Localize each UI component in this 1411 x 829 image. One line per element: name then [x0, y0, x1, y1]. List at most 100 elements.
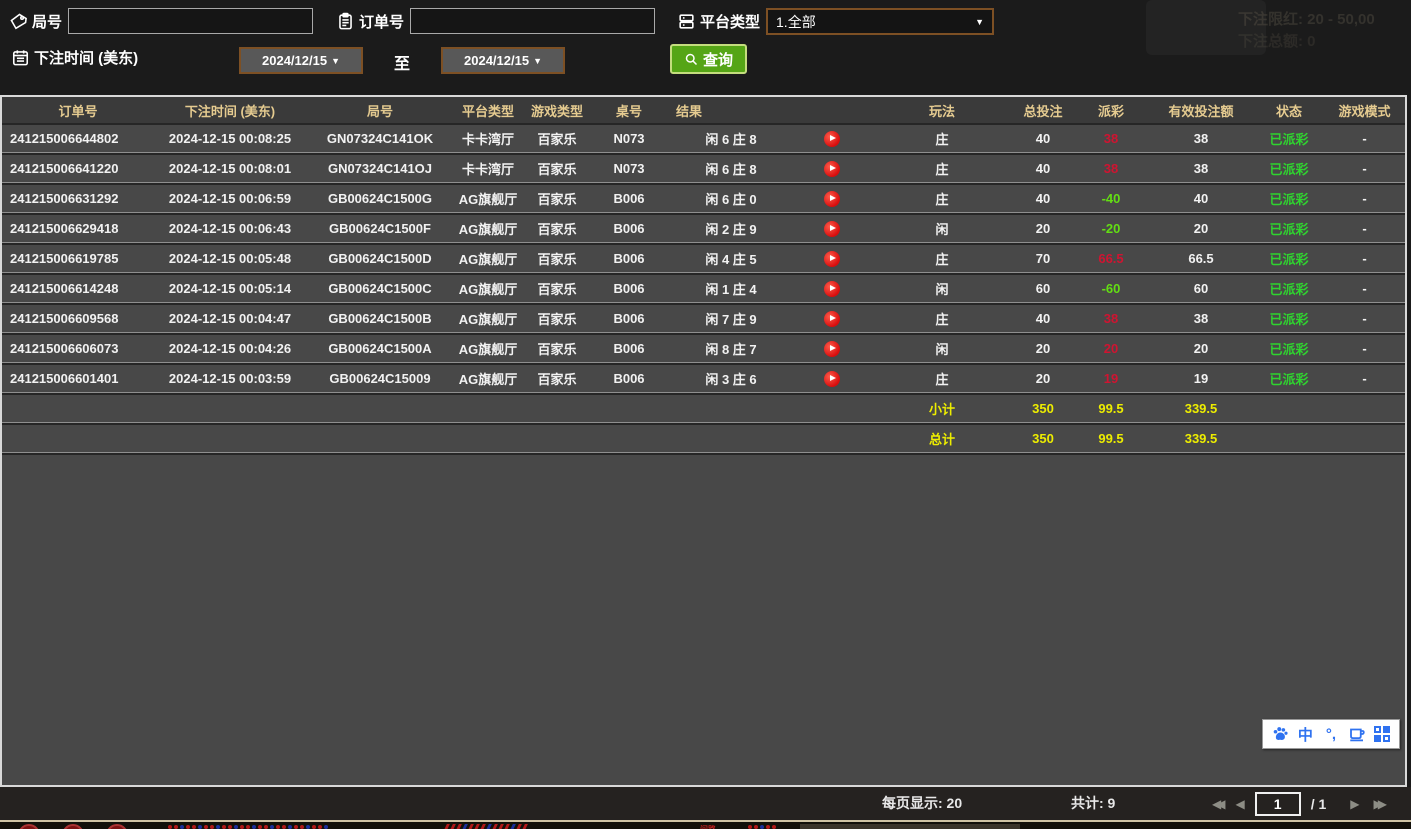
- chinese-mode-icon[interactable]: 中: [1293, 722, 1317, 746]
- cell-payout: 38: [1074, 125, 1148, 153]
- cell-platform-type: AG旗舰厅: [454, 245, 522, 273]
- cell-round-number: GB00624C1500G: [306, 185, 454, 213]
- table-row[interactable]: 2412150066060732024-12-15 00:04:26GB0062…: [2, 335, 1405, 363]
- bet-records-table-container: 订单号下注时间 (美东)局号平台类型游戏类型桌号结果玩法总投注派彩有效投注额状态…: [0, 95, 1407, 787]
- next-page-icon[interactable]: ▶: [1350, 797, 1359, 811]
- cell-play-type: 庄: [872, 125, 1012, 153]
- table-row[interactable]: 2412150066312922024-12-15 00:06:59GB0062…: [2, 185, 1405, 213]
- bet-records-table: 订单号下注时间 (美东)局号平台类型游戏类型桌号结果玩法总投注派彩有效投注额状态…: [2, 95, 1405, 455]
- platform-type-select[interactable]: 1.全部 ▼: [766, 8, 994, 35]
- platform-type-label: 平台类型: [700, 11, 760, 32]
- page-total-label: / 1: [1311, 796, 1327, 812]
- subtotal-total-bet: 350: [1012, 395, 1074, 423]
- result-text: 闲 6 庄 8: [666, 129, 796, 148]
- cell-round-number: GB00624C1500B: [306, 305, 454, 333]
- cell-result: 闲 2 庄 9: [666, 215, 872, 243]
- cell-result: 闲 6 庄 8: [666, 155, 872, 183]
- paw-icon[interactable]: [1268, 722, 1292, 746]
- cell-result: 闲 3 庄 6: [666, 365, 872, 393]
- background-icon: [18, 824, 40, 829]
- column-header: 游戏类型: [522, 97, 592, 123]
- platform-stack-icon: [676, 12, 696, 32]
- play-video-icon[interactable]: [824, 341, 840, 357]
- cell-status: 已派彩: [1254, 155, 1324, 183]
- play-video-icon[interactable]: [824, 221, 840, 237]
- table-row[interactable]: 2412150066142482024-12-15 00:05:14GB0062…: [2, 275, 1405, 303]
- table-row[interactable]: 2412150066014012024-12-15 00:03:59GB0062…: [2, 365, 1405, 393]
- query-button-label: 查询: [703, 49, 733, 70]
- total-row: 总计 350 99.5 339.5: [2, 425, 1405, 453]
- background-panel: [800, 824, 1020, 829]
- cell-play-type: 闲: [872, 275, 1012, 303]
- background-icon: [106, 824, 128, 829]
- calendar-icon: [10, 48, 30, 68]
- subtotal-valid-bet: 339.5: [1148, 395, 1254, 423]
- cell-bet-time: 2024-12-15 00:08:25: [154, 125, 306, 153]
- first-page-icon[interactable]: ◀◀: [1212, 797, 1225, 811]
- cell-total-bet: 40: [1012, 155, 1074, 183]
- table-header-row: 订单号下注时间 (美东)局号平台类型游戏类型桌号结果玩法总投注派彩有效投注额状态…: [2, 97, 1405, 123]
- cell-valid-bet: 38: [1148, 155, 1254, 183]
- column-header: 桌号: [592, 97, 666, 123]
- round-number-input[interactable]: [68, 8, 313, 34]
- cell-bet-time: 2024-12-15 00:04:26: [154, 335, 306, 363]
- last-page-icon[interactable]: ▶▶: [1374, 797, 1387, 811]
- grid-icon[interactable]: [1370, 722, 1394, 746]
- cell-status: 已派彩: [1254, 305, 1324, 333]
- date-to-connector: 至: [394, 50, 410, 74]
- column-header: 订单号: [2, 97, 154, 123]
- play-video-icon[interactable]: [824, 161, 840, 177]
- date-to-select[interactable]: 2024/12/15 ▼: [441, 47, 565, 74]
- date-from-select[interactable]: 2024/12/15 ▼: [239, 47, 363, 74]
- cell-table-number: N073: [592, 125, 666, 153]
- clipboard-tray-icon[interactable]: [1345, 722, 1369, 746]
- result-text: 闲 8 庄 7: [666, 339, 796, 358]
- cell-status: 已派彩: [1254, 185, 1324, 213]
- result-text: 闲 6 庄 0: [666, 189, 796, 208]
- cell-game-mode: -: [1324, 365, 1405, 393]
- punctuation-icon[interactable]: °,: [1319, 722, 1343, 746]
- chevron-down-icon: ▼: [533, 56, 542, 66]
- cell-order-number: 241215006614248: [2, 275, 154, 303]
- page-number-input[interactable]: [1255, 792, 1301, 816]
- date-to-value: 2024/12/15: [464, 53, 529, 68]
- cell-play-type: 闲: [872, 215, 1012, 243]
- search-icon: [684, 51, 700, 67]
- order-number-input[interactable]: [410, 8, 655, 34]
- cell-game-type: 百家乐: [522, 365, 592, 393]
- play-video-icon[interactable]: [824, 191, 840, 207]
- cell-result: 闲 4 庄 5: [666, 245, 872, 273]
- cell-total-bet: 20: [1012, 215, 1074, 243]
- cell-table-number: B006: [592, 365, 666, 393]
- play-video-icon[interactable]: [824, 131, 840, 147]
- cell-result: 闲 6 庄 8: [666, 125, 872, 153]
- cell-bet-time: 2024-12-15 00:04:47: [154, 305, 306, 333]
- cell-round-number: GB00624C15009: [306, 365, 454, 393]
- table-row[interactable]: 2412150066448022024-12-15 00:08:25GN0732…: [2, 125, 1405, 153]
- cell-order-number: 241215006609568: [2, 305, 154, 333]
- table-row[interactable]: 2412150066095682024-12-15 00:04:47GB0062…: [2, 305, 1405, 333]
- prev-page-icon[interactable]: ◀: [1235, 797, 1244, 811]
- cell-game-type: 百家乐: [522, 185, 592, 213]
- cell-order-number: 241215006631292: [2, 185, 154, 213]
- play-video-icon[interactable]: [824, 311, 840, 327]
- table-row[interactable]: 2412150066197852024-12-15 00:05:48GB0062…: [2, 245, 1405, 273]
- subtotal-row: 小计 350 99.5 339.5: [2, 395, 1405, 423]
- cell-play-type: 庄: [872, 185, 1012, 213]
- column-header: 有效投注额: [1148, 97, 1254, 123]
- cell-total-bet: 20: [1012, 335, 1074, 363]
- cell-status: 已派彩: [1254, 215, 1324, 243]
- background-roadmap-strip: 问路: [0, 820, 1411, 829]
- play-video-icon[interactable]: [824, 371, 840, 387]
- cell-game-mode: -: [1324, 245, 1405, 273]
- table-row[interactable]: 2412150066412202024-12-15 00:08:01GN0732…: [2, 155, 1405, 183]
- cell-game-mode: -: [1324, 305, 1405, 333]
- cell-valid-bet: 40: [1148, 185, 1254, 213]
- play-video-icon[interactable]: [824, 251, 840, 267]
- play-video-icon[interactable]: [824, 281, 840, 297]
- cell-bet-time: 2024-12-15 00:06:59: [154, 185, 306, 213]
- table-row[interactable]: 2412150066294182024-12-15 00:06:43GB0062…: [2, 215, 1405, 243]
- ime-toolbar[interactable]: 中 °,: [1262, 719, 1400, 749]
- clipboard-icon: [335, 11, 355, 31]
- query-button[interactable]: 查询: [670, 44, 747, 74]
